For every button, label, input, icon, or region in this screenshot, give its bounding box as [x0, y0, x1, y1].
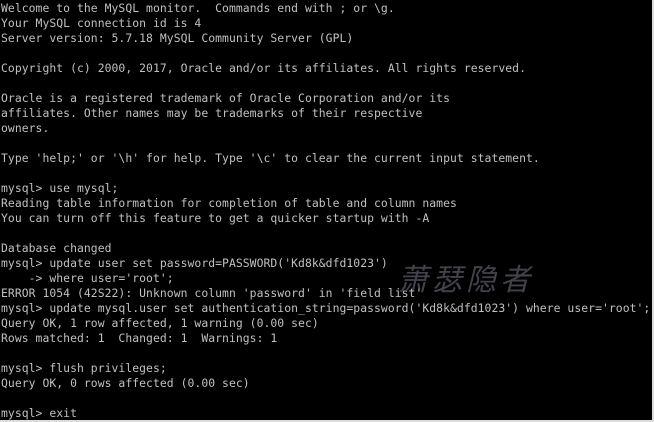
- console-line: Server version: 5.7.18 MySQL Community S…: [1, 31, 354, 45]
- console-line: mysql> use mysql;: [1, 181, 119, 195]
- console-line: Reading table information for completion…: [1, 196, 457, 210]
- console-line: Rows matched: 1 Changed: 1 Warnings: 1: [1, 331, 278, 345]
- console-line: affiliates. Other names may be trademark…: [1, 106, 423, 120]
- console-prompt-line[interactable]: mysql> exit: [1, 406, 650, 420]
- console-line: ERROR 1054 (42S22): Unknown column 'pass…: [1, 286, 423, 300]
- console-line: Copyright (c) 2000, 2017, Oracle and/or …: [1, 61, 526, 75]
- console-line: Type 'help;' or '\h' for help. Type '\c'…: [1, 151, 540, 165]
- console-line: Oracle is a registered trademark of Orac…: [1, 91, 451, 105]
- screenshot-frame: Welcome to the MySQL monitor. Commands e…: [0, 0, 654, 422]
- console-line: Your MySQL connection id is 4: [1, 16, 202, 30]
- console-line: Query OK, 0 rows affected (0.00 sec): [1, 376, 250, 390]
- console-line: Query OK, 1 row affected, 1 warning (0.0…: [1, 316, 319, 330]
- console-line: mysql> update mysql.user set authenticat…: [1, 301, 651, 315]
- console-output: Welcome to the MySQL monitor. Commands e…: [1, 1, 651, 420]
- console-line: mysql> flush privileges;: [1, 361, 167, 375]
- console-line: mysql> update user set password=PASSWORD…: [1, 256, 388, 270]
- console-line: -> where user='root';: [1, 271, 174, 285]
- console-line: You can turn off this feature to get a q…: [1, 211, 430, 225]
- console-line: Database changed: [1, 241, 112, 255]
- console-line: Welcome to the MySQL monitor. Commands e…: [1, 1, 395, 15]
- mysql-console-window[interactable]: Welcome to the MySQL monitor. Commands e…: [0, 0, 654, 422]
- console-line: owners.: [1, 121, 50, 135]
